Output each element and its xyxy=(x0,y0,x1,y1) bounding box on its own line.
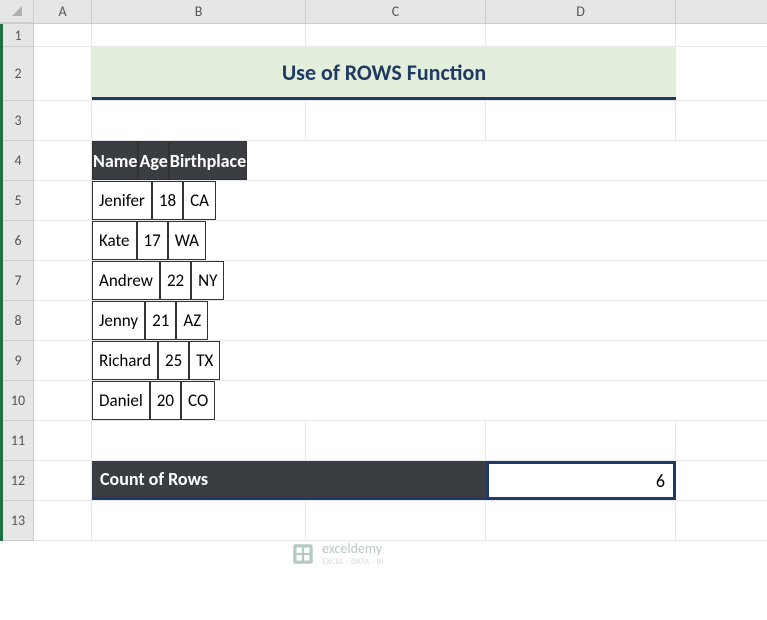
cell-bp[interactable]: NY xyxy=(191,261,224,300)
cell-d1[interactable] xyxy=(486,24,676,46)
cell-name[interactable]: Daniel xyxy=(92,381,150,420)
cell-a3[interactable] xyxy=(34,101,92,140)
cell-age[interactable]: 18 xyxy=(152,181,183,220)
cell-bp[interactable]: CO xyxy=(181,381,215,420)
col-header-c[interactable]: C xyxy=(306,0,486,23)
cell-a13[interactable] xyxy=(34,501,92,540)
grid-cells: Use of ROWS Function Name Age Birthplace… xyxy=(34,24,767,541)
row-header-6[interactable]: 6 xyxy=(3,221,34,261)
watermark-brand: exceldemy xyxy=(322,540,384,557)
spreadsheet: A B C D 1 2 3 4 5 6 7 8 9 10 11 12 13 xyxy=(0,0,767,541)
cell-c1[interactable] xyxy=(306,24,486,46)
col-header-a[interactable]: A xyxy=(34,0,92,23)
column-header-row: A B C D xyxy=(0,0,767,24)
row-header-13[interactable]: 13 xyxy=(3,501,34,541)
cell-age[interactable]: 21 xyxy=(145,301,176,340)
watermark-sub: EXCEL · DATA · BI xyxy=(322,557,384,567)
row-header-10[interactable]: 10 xyxy=(3,381,34,421)
select-all-icon xyxy=(12,6,22,16)
cell-a10[interactable] xyxy=(34,381,92,420)
cell-age[interactable]: 17 xyxy=(137,221,168,260)
row-headers: 1 2 3 4 5 6 7 8 9 10 11 12 13 xyxy=(0,24,34,541)
row-header-4[interactable]: 4 xyxy=(3,141,34,181)
count-row: Count of Rows 6 xyxy=(34,461,767,501)
cell-age[interactable]: 20 xyxy=(150,381,181,420)
row-header-1[interactable]: 1 xyxy=(3,24,34,47)
watermark: exceldemy EXCEL · DATA · BI xyxy=(290,540,384,567)
grid-row-3 xyxy=(34,101,767,141)
select-all-corner[interactable] xyxy=(0,0,34,23)
cell-b13[interactable] xyxy=(92,501,306,540)
table-row: Andrew 22 NY xyxy=(34,261,767,301)
cell-b11[interactable] xyxy=(92,421,306,460)
cell-d11[interactable] xyxy=(486,421,676,460)
cell-name[interactable]: Richard xyxy=(92,341,158,380)
cell-a4[interactable] xyxy=(34,141,92,180)
cell-a1[interactable] xyxy=(34,24,92,46)
row-header-12[interactable]: 12 xyxy=(3,461,34,501)
cell-bp[interactable]: TX xyxy=(189,341,220,380)
cell-name[interactable]: Kate xyxy=(92,221,137,260)
th-age[interactable]: Age xyxy=(138,141,168,180)
table-header-row: Name Age Birthplace xyxy=(34,141,767,181)
cell-c11[interactable] xyxy=(306,421,486,460)
cell-a5[interactable] xyxy=(34,181,92,220)
grid-row-2: Use of ROWS Function xyxy=(34,47,767,101)
cell-d3[interactable] xyxy=(486,101,676,140)
cell-a2[interactable] xyxy=(34,47,92,100)
count-of-rows-value[interactable]: 6 xyxy=(486,461,676,500)
cell-a12[interactable] xyxy=(34,461,92,500)
row-header-3[interactable]: 3 xyxy=(3,101,34,141)
row-header-11[interactable]: 11 xyxy=(3,421,34,461)
cell-age[interactable]: 25 xyxy=(158,341,189,380)
cell-age[interactable]: 22 xyxy=(160,261,191,300)
grid-row-11 xyxy=(34,421,767,461)
cell-a9[interactable] xyxy=(34,341,92,380)
cell-c13[interactable] xyxy=(306,501,486,540)
table-row: Jenifer 18 CA xyxy=(34,181,767,221)
grid-row-1 xyxy=(34,24,767,47)
cell-a6[interactable] xyxy=(34,221,92,260)
count-of-rows-label[interactable]: Count of Rows xyxy=(92,461,486,500)
page-title[interactable]: Use of ROWS Function xyxy=(92,47,676,100)
cell-bp[interactable]: CA xyxy=(183,181,216,220)
row-header-5[interactable]: 5 xyxy=(3,181,34,221)
cell-c3[interactable] xyxy=(306,101,486,140)
row-header-7[interactable]: 7 xyxy=(3,261,34,301)
row-header-9[interactable]: 9 xyxy=(3,341,34,381)
cell-name[interactable]: Jenifer xyxy=(92,181,152,220)
cell-bp[interactable]: WA xyxy=(168,221,206,260)
cell-a11[interactable] xyxy=(34,421,92,460)
col-header-d[interactable]: D xyxy=(486,0,676,23)
cell-a8[interactable] xyxy=(34,301,92,340)
cell-name[interactable]: Jenny xyxy=(92,301,145,340)
table-row: Kate 17 WA xyxy=(34,221,767,261)
row-header-8[interactable]: 8 xyxy=(3,301,34,341)
cell-b3[interactable] xyxy=(92,101,306,140)
spreadsheet-icon xyxy=(290,541,316,567)
cell-bp[interactable]: AZ xyxy=(176,301,208,340)
th-name[interactable]: Name xyxy=(92,141,138,180)
cell-a7[interactable] xyxy=(34,261,92,300)
grid-row-13 xyxy=(34,501,767,541)
col-header-b[interactable]: B xyxy=(92,0,306,23)
row-header-2[interactable]: 2 xyxy=(3,47,34,101)
cell-d13[interactable] xyxy=(486,501,676,540)
cell-name[interactable]: Andrew xyxy=(92,261,160,300)
th-birthplace[interactable]: Birthplace xyxy=(169,141,247,180)
table-row: Daniel 20 CO xyxy=(34,381,767,421)
cell-b1[interactable] xyxy=(92,24,306,46)
table-row: Jenny 21 AZ xyxy=(34,301,767,341)
table-row: Richard 25 TX xyxy=(34,341,767,381)
